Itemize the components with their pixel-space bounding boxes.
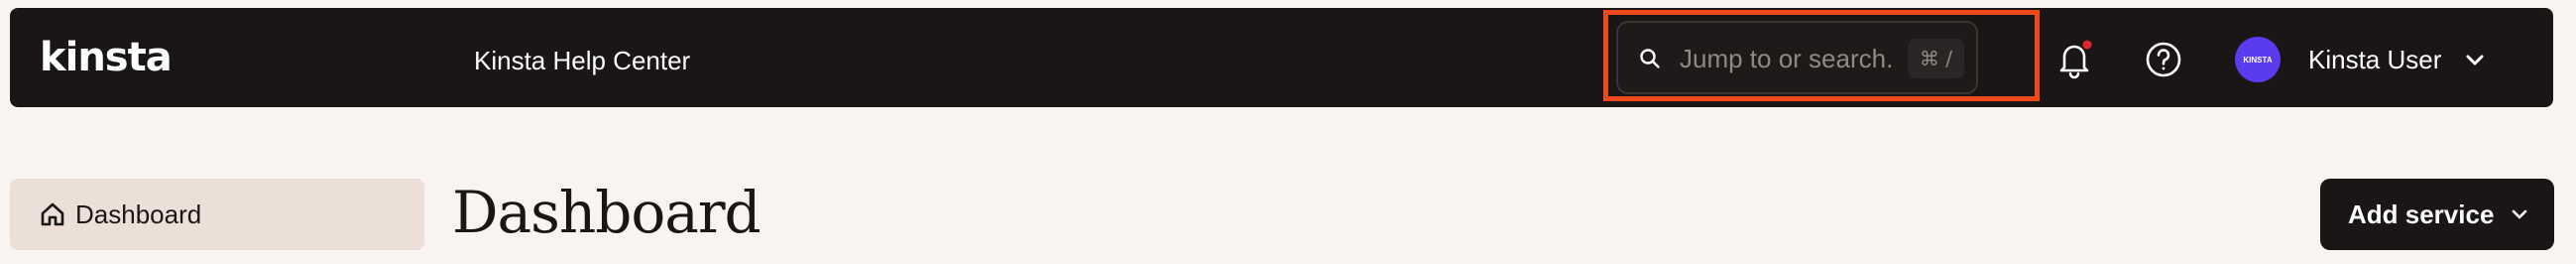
user-menu[interactable]: KINSTA Kinsta User [2235, 34, 2487, 85]
chevron-down-icon [2466, 55, 2484, 66]
search-shortcut-hint: ⌘ / [1907, 39, 1964, 78]
search-input[interactable] [1678, 37, 1896, 80]
question-circle-icon[interactable] [2144, 40, 2183, 79]
search-icon [1640, 49, 1660, 68]
chevron-down-icon [2513, 209, 2527, 219]
top-navigation-bar: kinsta Kinsta Help Center ⌘ / KINSTA Kin… [10, 8, 2553, 107]
sidebar-item-dashboard[interactable]: Dashboard [10, 179, 424, 250]
page-title: Dashboard [452, 179, 761, 246]
avatar: KINSTA [2235, 37, 2281, 82]
help-center-link[interactable]: Kinsta Help Center [474, 46, 690, 75]
notification-dot [2082, 40, 2092, 50]
sidebar-item-label: Dashboard [75, 198, 202, 229]
kinsta-logo[interactable]: kinsta [40, 36, 173, 79]
add-service-button[interactable]: Add service [2320, 179, 2554, 250]
search-box[interactable]: ⌘ / [1616, 21, 1978, 94]
bell-icon[interactable] [2056, 40, 2092, 79]
add-service-label: Add service [2348, 198, 2495, 229]
user-name: Kinsta User [2308, 45, 2442, 74]
home-icon [41, 202, 64, 226]
